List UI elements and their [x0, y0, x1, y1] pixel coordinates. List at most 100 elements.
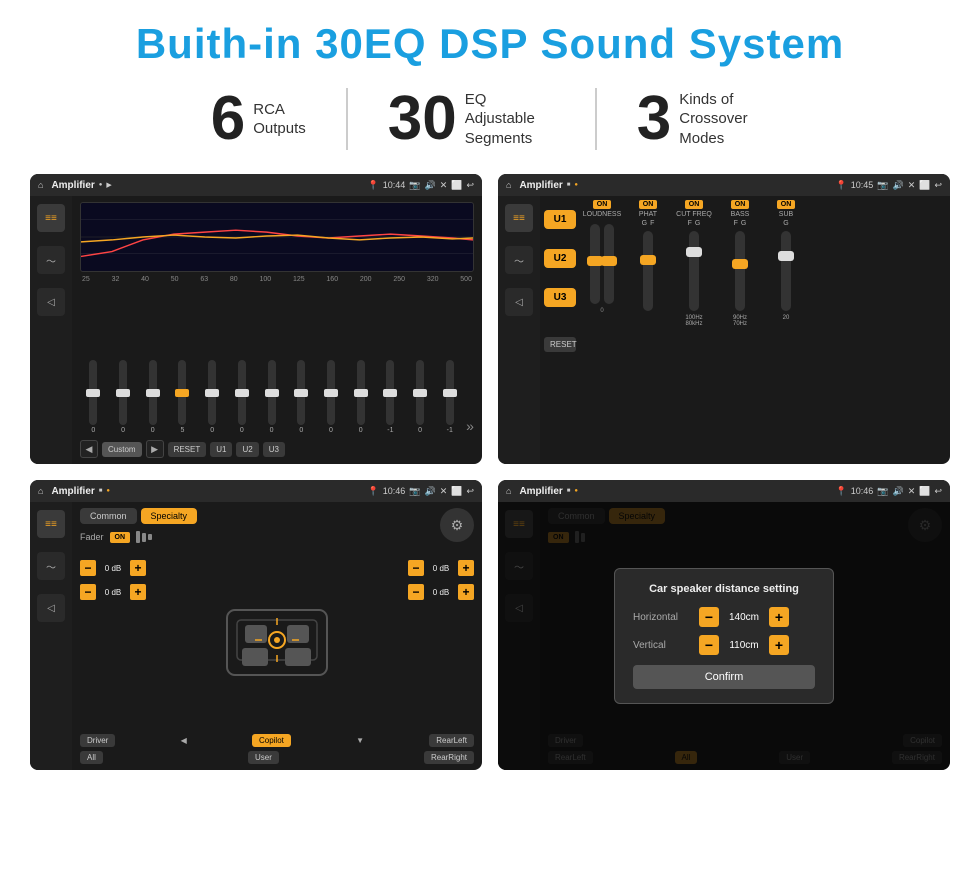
eq-slider-12[interactable]: -1 [436, 360, 463, 434]
phat-col: ON PHAT GF [626, 200, 670, 460]
back-icon-4[interactable]: ↩ [934, 486, 942, 497]
speaker-icon[interactable]: ◁ [37, 288, 65, 316]
home-icon[interactable]: ⌂ [38, 180, 43, 190]
db-plus-fr[interactable]: + [458, 560, 474, 576]
db-minus-fr[interactable]: − [408, 560, 424, 576]
eq-slider-1[interactable]: 0 [110, 360, 137, 434]
close-icon-3[interactable]: ✕ [440, 486, 448, 497]
cutfreq-slider[interactable] [689, 231, 699, 311]
eq-slider-10[interactable]: -1 [377, 360, 404, 434]
eq-slider-0[interactable]: 0 [80, 360, 107, 434]
eq-icon-2[interactable]: ≡≡ [505, 204, 533, 232]
eq-slider-4[interactable]: 0 [199, 360, 226, 434]
close-icon-2[interactable]: ✕ [908, 180, 916, 191]
settings-icon-3[interactable]: ⚙ [440, 508, 474, 542]
eq-icon-3[interactable]: ≡≡ [37, 510, 65, 538]
window-icon-2[interactable]: ⬜ [919, 180, 930, 191]
bass-slider[interactable] [735, 231, 745, 311]
tab-specialty-3[interactable]: Specialty [141, 508, 198, 524]
u2-button[interactable]: U2 [544, 249, 576, 268]
eq-slider-9[interactable]: 0 [347, 360, 374, 434]
db-plus-rl[interactable]: + [130, 584, 146, 600]
back-icon-1[interactable]: ↩ [466, 180, 474, 191]
rearleft-btn[interactable]: All [80, 751, 103, 764]
rearright-btn[interactable]: RearRight [424, 751, 474, 764]
user-btn[interactable]: User [248, 751, 279, 764]
custom-btn[interactable]: Custom [102, 442, 142, 457]
eq-slider-8[interactable]: 0 [318, 360, 345, 434]
home-icon-4[interactable]: ⌂ [506, 486, 511, 496]
fader-on-toggle[interactable]: ON [110, 532, 131, 543]
u1-button[interactable]: U1 [544, 210, 576, 229]
home-icon-2[interactable]: ⌂ [506, 180, 511, 190]
vertical-value: 110cm [725, 640, 763, 651]
db-minus-rl[interactable]: − [80, 584, 96, 600]
on-badge-phat[interactable]: ON [639, 200, 658, 209]
db-minus-rr[interactable]: − [408, 584, 424, 600]
prev-btn[interactable]: ◀ [80, 440, 98, 458]
copilot-btn[interactable]: RearLeft [429, 734, 474, 747]
u2-btn[interactable]: U2 [236, 442, 258, 457]
eq-bottom-bar: ◀ Custom ▶ RESET U1 U2 U3 [80, 440, 474, 458]
tab-common-3[interactable]: Common [80, 508, 137, 524]
eq-slider-11[interactable]: 0 [407, 360, 434, 434]
bass-col: ON BASS FG 90Hz 70Hz [718, 200, 762, 460]
phat-slider[interactable] [643, 231, 653, 311]
sub-slider[interactable] [781, 231, 791, 311]
eq-icon[interactable]: ≡≡ [37, 204, 65, 232]
next-btn[interactable]: ▶ [146, 440, 164, 458]
play-icon-1: ▶ [106, 181, 111, 189]
horizontal-plus[interactable]: + [769, 607, 789, 627]
on-badge-bass[interactable]: ON [731, 200, 750, 209]
screen4-title: Amplifier [519, 486, 562, 497]
close-icon-4[interactable]: ✕ [908, 486, 916, 497]
on-badge-loudness[interactable]: ON [593, 200, 612, 209]
eq-slider-5[interactable]: 0 [229, 360, 256, 434]
db-minus-fl[interactable]: − [80, 560, 96, 576]
loudness-slider-l[interactable] [590, 224, 600, 304]
eq-slider-3[interactable]: 5 [169, 360, 196, 434]
horizontal-minus[interactable]: − [699, 607, 719, 627]
window-icon-4[interactable]: ⬜ [919, 486, 930, 497]
wave-icon-2[interactable]: 〜 [505, 246, 533, 274]
screen-amp: ⌂ Amplifier ■ ● 📍 10:45 📷 🔊 ✕ ⬜ ↩ ≡≡ 〜 ◁ [498, 174, 950, 464]
reset-btn-2[interactable]: RESET [544, 337, 576, 352]
eq-slider-7[interactable]: 0 [288, 360, 315, 434]
speaker-icon-2[interactable]: ◁ [505, 288, 533, 316]
on-badge-cutfreq[interactable]: ON [685, 200, 704, 209]
db-row-fr: − 0 dB + [408, 560, 474, 576]
eq-screen-content: ≡≡ 〜 ◁ [30, 196, 482, 464]
back-icon-3[interactable]: ↩ [466, 486, 474, 497]
window-icon-3[interactable]: ⬜ [451, 486, 462, 497]
eq-slider-2[interactable]: 0 [139, 360, 166, 434]
wave-icon-3[interactable]: 〜 [37, 552, 65, 580]
stat-crossover: 3 Kinds ofCrossover Modes [597, 88, 809, 150]
arrow-down-3[interactable]: ▼ [356, 736, 364, 745]
eq-slider-6[interactable]: 0 [258, 360, 285, 434]
u3-button[interactable]: U3 [544, 288, 576, 307]
reset-btn[interactable]: RESET [168, 442, 207, 457]
back-icon-2[interactable]: ↩ [934, 180, 942, 191]
window-icon-1[interactable]: ⬜ [451, 180, 462, 191]
u3-btn[interactable]: U3 [263, 442, 285, 457]
u1-btn[interactable]: U1 [210, 442, 232, 457]
expand-arrows[interactable]: » [466, 418, 474, 434]
vertical-plus[interactable]: + [769, 635, 789, 655]
phat-label: PHAT [639, 211, 657, 218]
driver-btn[interactable]: Driver [80, 734, 115, 747]
home-icon-3[interactable]: ⌂ [38, 486, 43, 496]
close-icon-1[interactable]: ✕ [440, 180, 448, 191]
vertical-minus[interactable]: − [699, 635, 719, 655]
on-badge-sub[interactable]: ON [777, 200, 796, 209]
volume-icon-3: 🔊 [424, 486, 435, 497]
db-plus-rr[interactable]: + [458, 584, 474, 600]
wave-icon[interactable]: 〜 [37, 246, 65, 274]
arrow-left-3[interactable]: ◀ [181, 736, 187, 745]
db-row-rl: − 0 dB + [80, 584, 146, 600]
speaker-icon-3[interactable]: ◁ [37, 594, 65, 622]
db-plus-fl[interactable]: + [130, 560, 146, 576]
stat-label-crossover: Kinds ofCrossover Modes [679, 90, 769, 149]
all-btn[interactable]: Copilot [252, 734, 291, 747]
loudness-slider-r[interactable] [604, 224, 614, 304]
confirm-button[interactable]: Confirm [633, 665, 815, 689]
